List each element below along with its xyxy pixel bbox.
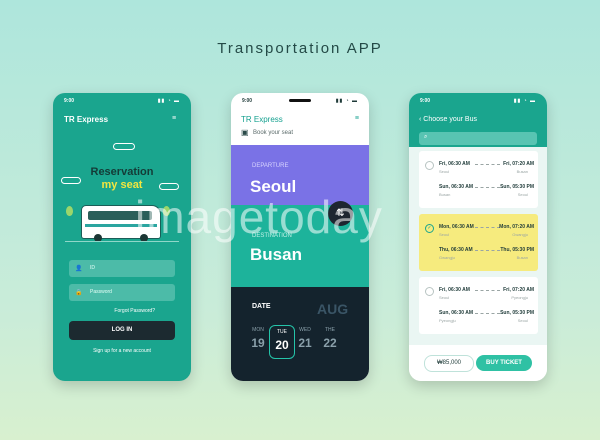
bus-card[interactable]: Fri, 06:30 AM Fri, 07:20 AM Seoul Pyeong… — [419, 277, 538, 334]
app-name: TR Express — [241, 115, 283, 124]
day-thu[interactable]: THE 22 — [318, 327, 342, 350]
chevron-left-icon: ‹ — [419, 116, 422, 123]
origin: Seoul — [439, 232, 450, 237]
password-placeholder: Password — [90, 289, 112, 295]
search-icon: ⌕ — [424, 134, 428, 140]
destination: Gwangju — [512, 232, 528, 237]
arrive-time: Mon, 07:20 AM — [499, 224, 534, 230]
month-label[interactable]: AUG — [317, 301, 348, 317]
status-time: 9:00 — [420, 98, 431, 104]
origin: Pyeongju — [439, 318, 456, 323]
bus-card[interactable]: Fri, 06:30 AM Fri, 07:20 AM Seoul Busan … — [419, 151, 538, 208]
login-button[interactable]: LOG IN — [69, 321, 175, 340]
check-icon[interactable]: ✓ — [425, 224, 434, 233]
arrive-time: Sun, 05:30 PM — [500, 310, 534, 316]
price-badge: ₩85,000 — [424, 355, 474, 372]
destination: Seoul — [517, 318, 528, 323]
day-tue-selected[interactable]: TUE 20 — [269, 325, 295, 359]
forgot-password-link[interactable]: Forgot Password? — [114, 308, 155, 314]
search-input[interactable]: ⌕ — [419, 132, 537, 145]
destination: Seoul — [517, 192, 528, 197]
status-time: 9:00 — [242, 98, 253, 104]
trip-row: Sun, 06:30 AM Sun, 05:30 PM Busan Seoul — [439, 184, 534, 200]
date-label: DATE — [252, 303, 271, 310]
depart-time: Mon, 06:30 AM — [439, 224, 474, 230]
trip-row: Fri, 06:30 AM Fri, 07:20 AM Seoul Pyeong… — [439, 287, 534, 303]
bus-list-screen: 9:00 ▮▮ ◔ ▬ ‹ Choose your Bus ⌕ Fri, 06:… — [409, 93, 547, 381]
origin: Seoul — [439, 295, 450, 300]
destination: Busan — [516, 169, 528, 174]
depart-time: Fri, 06:30 AM — [439, 287, 470, 293]
status-icons: ▮▮ ◔ ▬ — [335, 98, 358, 104]
footer-bar: ₩85,000 BUY TICKET — [409, 345, 547, 381]
trip-row: Thu, 06:30 AM Thu, 05:30 PM Gwangju Busa… — [439, 247, 534, 263]
day-number: 19 — [251, 336, 265, 350]
origin: Gwangju — [439, 255, 455, 260]
arrive-time: Fri, 07:20 AM — [503, 161, 534, 167]
notch — [289, 99, 311, 102]
lock-icon: 🔒 — [75, 290, 83, 296]
weekday: TUE — [277, 329, 287, 335]
depart-time: Sun, 06:30 AM — [439, 310, 473, 316]
destination: Pyeongju — [511, 295, 528, 300]
tree-icon — [66, 206, 73, 216]
bus-card-selected[interactable]: ✓ Mon, 06:30 AM Mon, 07:20 AM Seoul Gwan… — [419, 214, 538, 271]
password-field[interactable]: 🔒 Password — [69, 284, 175, 301]
trip-row: Mon, 06:30 AM Mon, 07:20 AM Seoul Gwangj… — [439, 224, 534, 240]
origin: Seoul — [439, 169, 450, 174]
weekday: WED — [299, 327, 311, 333]
arrive-time: Fri, 07:20 AM — [503, 287, 534, 293]
page-title: Transportation APP — [217, 40, 383, 57]
day-wed[interactable]: WED 21 — [293, 327, 317, 350]
weekday: MON — [252, 327, 264, 333]
radio-button[interactable] — [425, 161, 434, 170]
status-bar: 9:00 ▮▮ ◔ ▬ — [409, 98, 547, 106]
depart-time: Sun, 06:30 AM — [439, 184, 473, 190]
header-title: Choose your Bus — [423, 116, 477, 123]
depart-time: Thu, 06:30 AM — [439, 247, 473, 253]
departure-label: DEPARTURE — [252, 163, 289, 169]
arrive-time: Sun, 05:30 PM — [500, 184, 534, 190]
watermark: imagetoday — [135, 191, 383, 243]
depart-time: Fri, 06:30 AM — [439, 161, 470, 167]
status-icons: ▮▮ ◔ ▬ — [157, 98, 180, 104]
app-name: TR Express — [64, 115, 109, 124]
origin: Busan — [439, 192, 451, 197]
day-number: 21 — [298, 336, 312, 350]
arrive-time: Thu, 05:30 PM — [500, 247, 534, 253]
day-number: 22 — [323, 336, 337, 350]
status-bar: 9:00 ▮▮ ◔ ▬ — [53, 98, 191, 106]
trip-row: Sun, 06:30 AM Sun, 05:30 PM Pyeongju Seo… — [439, 310, 534, 326]
cloud-icon — [113, 143, 135, 150]
day-mon[interactable]: MON 19 — [246, 327, 270, 350]
status-time: 9:00 — [64, 98, 75, 104]
user-icon: 👤 — [75, 266, 83, 272]
status-icons: ▮▮ ◔ ▬ — [513, 98, 536, 104]
destination: Busan — [516, 255, 528, 260]
buy-ticket-button[interactable]: BUY TICKET — [476, 355, 532, 371]
day-number: 20 — [275, 338, 289, 352]
menu-icon[interactable]: ≡ — [172, 115, 180, 122]
trip-row: Fri, 06:30 AM Fri, 07:20 AM Seoul Busan — [439, 161, 534, 177]
radio-button[interactable] — [425, 287, 434, 296]
menu-icon[interactable]: ≡ — [355, 115, 359, 122]
bus-icon: ▣ — [241, 128, 249, 137]
id-field[interactable]: 👤 ID — [69, 260, 175, 277]
destination-city[interactable]: Busan — [250, 245, 302, 265]
id-placeholder: ID — [90, 265, 95, 271]
subtitle: Book your seat — [253, 130, 294, 136]
back-button[interactable]: ‹ Choose your Bus — [419, 116, 477, 123]
signup-link[interactable]: Sign up for a new account — [53, 348, 191, 354]
weekday: THE — [325, 327, 335, 333]
headline: Reservation — [90, 166, 154, 178]
